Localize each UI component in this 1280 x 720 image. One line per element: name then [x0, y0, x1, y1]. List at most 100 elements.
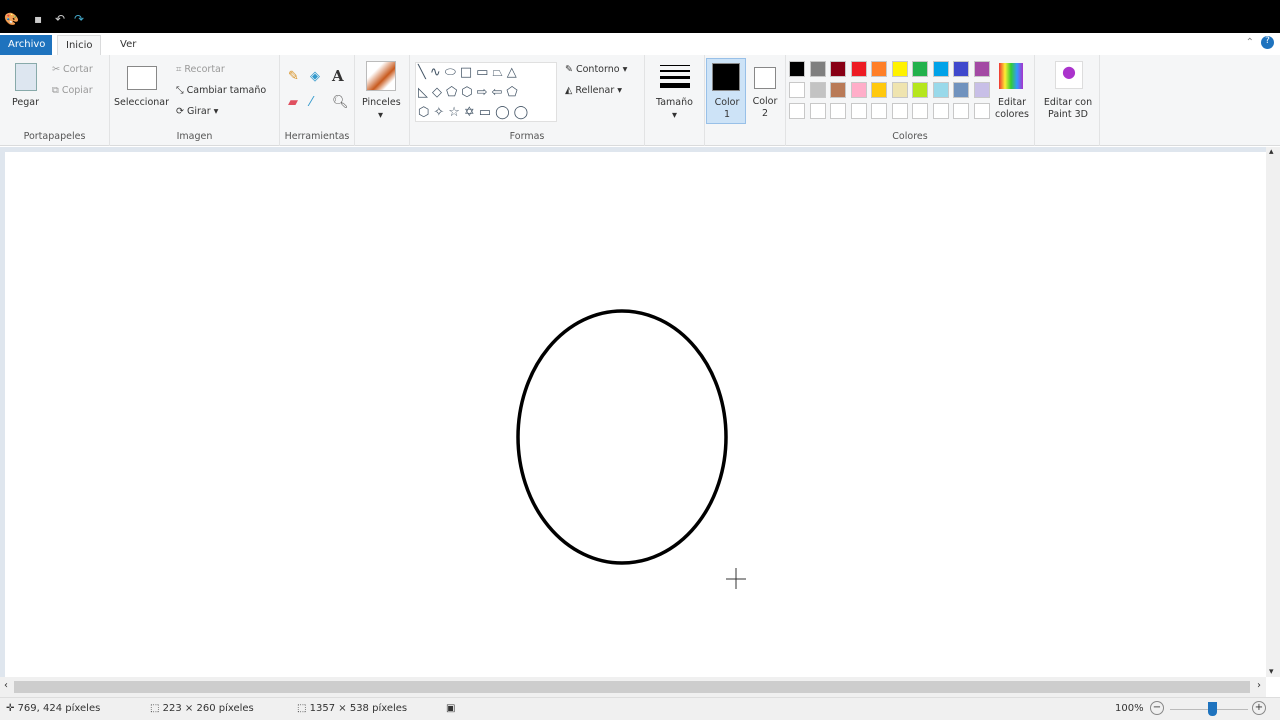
palette-swatch[interactable]: [932, 61, 949, 77]
cursor-position: 769, 424 píxeles: [17, 703, 101, 714]
brushes-group: Pinceles ▾: [355, 55, 410, 146]
shapes-gallery[interactable]: ╲∿⬭□▭⏢△ ◺◇⬠⬡⇨⇦⬠ ⬡✧☆✡▭◯◯: [415, 62, 557, 122]
tools-group: ✎ ◈ A ▰ ⁄ 🔍︎ Herramientas: [280, 55, 355, 146]
rotate-button[interactable]: Girar: [187, 106, 211, 117]
palette-swatch[interactable]: [830, 82, 846, 98]
palette-swatch[interactable]: [830, 61, 846, 77]
text-icon[interactable]: A: [332, 67, 344, 85]
shapes-group: ╲∿⬭□▭⏢△ ◺◇⬠⬡⇨⇦⬠ ⬡✧☆✡▭◯◯ ✎ Contorno ▾ ◭ Rel…: [410, 55, 645, 146]
paint3d-icon: ●: [1055, 61, 1083, 89]
canvas-area: [0, 147, 1266, 677]
palette-swatch[interactable]: [973, 61, 990, 77]
palette-swatch[interactable]: [850, 103, 867, 119]
color2-button[interactable]: Color 2: [748, 58, 784, 124]
tab-file[interactable]: Archivo: [0, 35, 52, 55]
palette-swatch[interactable]: [871, 82, 887, 98]
palette-swatch[interactable]: [809, 103, 826, 119]
palette-swatch[interactable]: [891, 82, 908, 98]
tools-label: Herramientas: [284, 131, 350, 142]
copy-button[interactable]: Copiar: [62, 85, 93, 96]
fill-icon[interactable]: ◈: [310, 69, 320, 84]
zoom-slider-thumb[interactable]: [1208, 702, 1217, 716]
scroll-thumb[interactable]: [14, 681, 1250, 693]
palette-swatch[interactable]: [850, 82, 867, 98]
save-icon[interactable]: ▪: [34, 12, 42, 26]
canvas-size: 1357 × 538 píxeles: [309, 703, 408, 714]
palette-swatch[interactable]: [871, 103, 887, 119]
eraser-icon[interactable]: ▰: [288, 95, 298, 110]
ribbon: Pegar ✂ Cortar ⧉ Copiar Portapapeles Sel…: [0, 55, 1280, 146]
file-size-icon: ▣: [446, 703, 456, 714]
palette-swatch[interactable]: [809, 61, 826, 77]
drawn-ellipse: [516, 309, 728, 565]
palette-swatch[interactable]: [912, 82, 928, 98]
palette-swatch[interactable]: [973, 82, 990, 98]
select-button[interactable]: Seleccionar: [114, 97, 169, 108]
selection-size: 223 × 260 píxeles: [162, 703, 254, 714]
edit-paint3d-button[interactable]: Editar con Paint 3D: [1038, 97, 1098, 121]
edit-colors-button[interactable]: Editar colores: [990, 97, 1034, 121]
palette-swatch[interactable]: [953, 103, 969, 119]
color1-swatch: [712, 63, 740, 91]
clipboard-group: Pegar ✂ Cortar ⧉ Copiar Portapapeles: [0, 55, 110, 146]
help-icon[interactable]: ?: [1261, 36, 1274, 49]
palette-swatch[interactable]: [953, 61, 969, 77]
crop-button[interactable]: Recortar: [184, 64, 224, 75]
zoom-in-button[interactable]: +: [1252, 701, 1266, 715]
zoom-level: 100%: [1115, 703, 1144, 714]
palette-swatch[interactable]: [912, 103, 928, 119]
status-bar: ✛ 769, 424 píxeles ⬚ 223 × 260 píxeles ⬚…: [0, 697, 1280, 720]
redo-icon[interactable]: ↷: [74, 12, 84, 26]
palette-swatch[interactable]: [789, 61, 805, 77]
tab-home[interactable]: Inicio: [57, 35, 102, 55]
tab-view[interactable]: Ver: [112, 35, 144, 55]
paint3d-group: ● Editar con Paint 3D: [1035, 55, 1100, 146]
color1-button[interactable]: Color 1: [706, 58, 746, 124]
outline-button[interactable]: Contorno: [576, 64, 620, 75]
paste-button[interactable]: Pegar: [12, 97, 39, 108]
undo-icon[interactable]: ↶: [55, 12, 65, 26]
drawing-canvas[interactable]: [5, 152, 1266, 677]
palette-swatch[interactable]: [830, 103, 846, 119]
palette-swatch[interactable]: [912, 61, 928, 77]
color-picker-icon[interactable]: ⁄: [310, 95, 312, 110]
palette-swatch[interactable]: [932, 82, 949, 98]
brushes-button[interactable]: Pinceles: [362, 97, 401, 108]
colors-label: Colores: [892, 131, 928, 142]
image-group: Seleccionar ⌗ Recortar ⤡ Cambiar tamaño …: [110, 55, 280, 146]
resize-button[interactable]: Cambiar tamaño: [187, 85, 267, 96]
palette-swatch[interactable]: [789, 103, 805, 119]
vertical-scrollbar[interactable]: ▴ ▾: [1266, 147, 1280, 677]
palette-swatch[interactable]: [891, 103, 908, 119]
size-icon: [660, 83, 690, 88]
shapes-label: Formas: [509, 131, 545, 142]
palette-swatch[interactable]: [932, 103, 949, 119]
paint-app-icon: 🎨: [4, 12, 19, 26]
cut-button[interactable]: Cortar: [63, 64, 93, 75]
title-bar: 🎨 ▪ ↶ ↷: [0, 0, 1280, 33]
clipboard-label: Portapapeles: [23, 131, 86, 142]
horizontal-scrollbar[interactable]: ‹ ›: [0, 677, 1266, 697]
collapse-ribbon-icon[interactable]: ⌃: [1246, 37, 1254, 48]
palette-swatch[interactable]: [891, 61, 908, 77]
palette-swatch[interactable]: [953, 82, 969, 98]
pencil-icon[interactable]: ✎: [288, 69, 299, 84]
palette-swatch[interactable]: [850, 61, 867, 77]
color2-swatch: [754, 67, 776, 89]
colors-group: Editar colores Colores: [785, 55, 1035, 146]
edit-colors-icon: [999, 63, 1023, 89]
palette-swatch[interactable]: [809, 82, 826, 98]
size-group[interactable]: Tamaño ▾: [645, 55, 705, 146]
magnifier-icon[interactable]: 🔍︎: [332, 95, 349, 110]
fill-button[interactable]: Rellenar: [575, 85, 614, 96]
size-button[interactable]: Tamaño: [656, 97, 693, 108]
palette-swatch[interactable]: [973, 103, 990, 119]
ribbon-tabs: Archivo Inicio Ver ⌃ ?: [0, 33, 1280, 55]
paste-icon: [15, 63, 37, 91]
zoom-out-button[interactable]: −: [1150, 701, 1164, 715]
image-label: Imagen: [176, 131, 213, 142]
palette-swatch[interactable]: [789, 82, 805, 98]
palette-swatch[interactable]: [871, 61, 887, 77]
brush-icon: [366, 61, 396, 91]
canvas-drawing: [516, 309, 746, 589]
